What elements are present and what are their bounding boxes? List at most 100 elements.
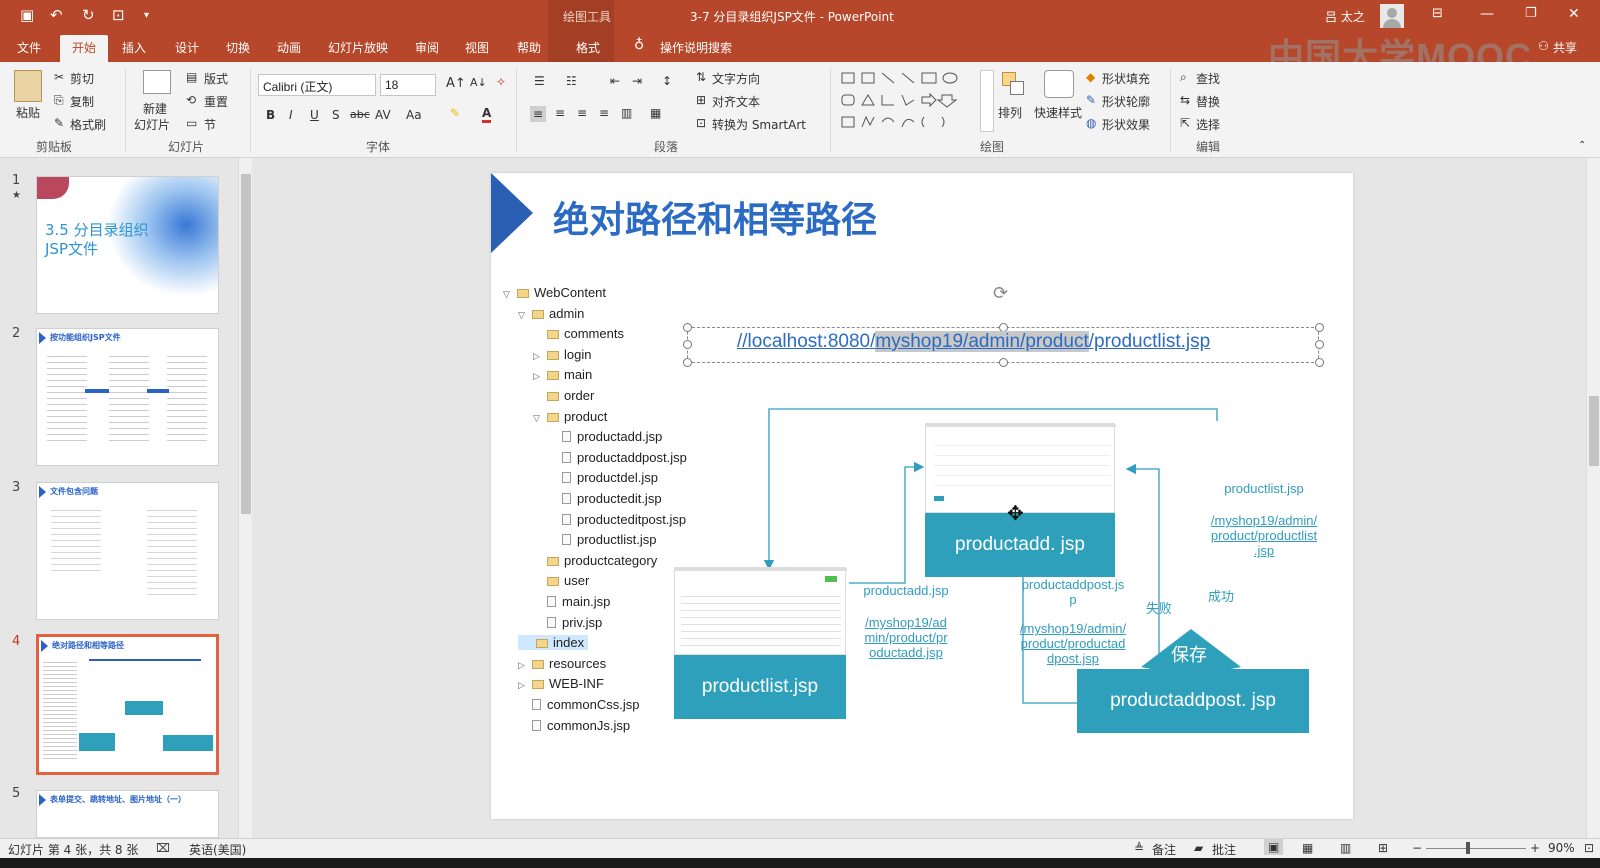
new-slide-button-line2[interactable]: 幻灯片 <box>134 116 170 133</box>
tell-me-search[interactable]: 操作说明搜索 <box>660 39 732 56</box>
cut-icon[interactable]: ✂ <box>54 70 64 84</box>
highlight-icon[interactable]: ✎ <box>450 106 460 120</box>
tab-design[interactable]: 设计 <box>175 39 199 56</box>
underline-icon[interactable]: U <box>310 108 319 122</box>
reading-view-icon[interactable]: ▥ <box>1340 841 1351 855</box>
shape-outline-button[interactable]: 形状轮廓 <box>1102 93 1150 110</box>
reset-icon[interactable]: ⟲ <box>186 93 196 107</box>
editor-scroll-thumb[interactable] <box>1589 396 1599 466</box>
share-icon[interactable]: ⚇ <box>1538 39 1549 53</box>
paste-icon[interactable] <box>14 70 42 102</box>
convert-smartart-button[interactable]: 转换为 SmartArt <box>712 116 806 133</box>
normal-view-icon[interactable]: ▣ <box>1264 839 1284 855</box>
align-text-icon[interactable]: ⊞ <box>696 93 706 107</box>
select-button[interactable]: 选择 <box>1196 116 1220 133</box>
select-icon[interactable]: ⇱ <box>1180 116 1190 130</box>
distributed-icon[interactable]: ▥ <box>621 106 632 120</box>
shape-effects-button[interactable]: 形状效果 <box>1102 116 1150 133</box>
layout-icon[interactable]: ▤ <box>186 70 197 84</box>
minimize-icon[interactable]: — <box>1480 6 1494 22</box>
save-diamond-label[interactable]: 保存 <box>1171 641 1207 667</box>
comments-button[interactable]: 批注 <box>1212 841 1236 858</box>
save-icon[interactable]: ▣ <box>20 6 34 24</box>
redo-icon[interactable]: ↻ <box>82 6 95 24</box>
find-icon[interactable]: ⌕ <box>1180 70 1187 85</box>
paste-button[interactable]: 粘贴 <box>16 104 40 121</box>
font-name-select[interactable]: Calibri (正文) <box>258 74 376 96</box>
shapes-gallery[interactable] <box>840 70 978 132</box>
bold-icon[interactable]: B <box>266 108 275 122</box>
tab-view[interactable]: 视图 <box>465 39 489 56</box>
tab-transitions[interactable]: 切换 <box>226 39 250 56</box>
quick-styles-button[interactable]: 快速样式 <box>1034 104 1082 121</box>
spell-check-icon[interactable]: ⌧ <box>156 841 170 855</box>
tab-insert[interactable]: 插入 <box>122 39 146 56</box>
tab-help[interactable]: 帮助 <box>517 39 541 56</box>
slide-thumbnail-3[interactable]: 文件包含问题 <box>36 482 219 620</box>
collapse-ribbon-icon[interactable]: ⌃ <box>1578 140 1586 151</box>
presenter-icon[interactable]: ⊡ <box>112 6 125 24</box>
arrange-button[interactable]: 排列 <box>998 104 1022 121</box>
fit-slide-icon[interactable]: ⊡ <box>1584 841 1594 855</box>
shape-fill-button[interactable]: 形状填充 <box>1102 70 1150 87</box>
restore-icon[interactable]: ❐ <box>1525 6 1537 21</box>
bullets-icon[interactable]: ☰ <box>534 74 545 88</box>
align-left-icon[interactable]: ≡ <box>530 106 547 122</box>
notes-button[interactable]: 备注 <box>1152 841 1176 858</box>
format-painter-button[interactable]: 格式刷 <box>70 116 106 133</box>
productaddpost-box[interactable]: productaddpost. jsp <box>1077 669 1309 733</box>
notes-icon[interactable]: ≜ <box>1134 841 1144 855</box>
numbering-icon[interactable]: ☷ <box>566 74 577 88</box>
slide-thumbnail-5[interactable]: 表单提交、跳转地址、图片地址（一） <box>36 790 219 838</box>
font-color-icon[interactable]: A <box>482 106 492 123</box>
text-direction-button[interactable]: 文字方向 <box>712 70 760 87</box>
italic-icon[interactable]: I <box>289 108 293 122</box>
align-right-icon[interactable]: ≡ <box>577 106 587 120</box>
zoom-out-icon[interactable]: − <box>1412 841 1422 855</box>
language-indicator[interactable]: 英语(美国) <box>189 841 246 858</box>
copy-icon[interactable]: ⎘ <box>54 93 64 108</box>
reset-button[interactable]: 重置 <box>204 93 228 110</box>
tab-review[interactable]: 审阅 <box>415 39 439 56</box>
layout-button[interactable]: 版式 <box>204 70 228 87</box>
cut-button[interactable]: 剪切 <box>70 70 94 87</box>
align-center-icon[interactable]: ≡ <box>555 106 565 120</box>
copy-button[interactable]: 复制 <box>70 93 94 110</box>
tab-animations[interactable]: 动画 <box>277 39 301 56</box>
find-button[interactable]: 查找 <box>1196 70 1220 87</box>
shape-effects-icon[interactable]: ◍ <box>1086 116 1096 130</box>
undo-icon[interactable]: ↶ <box>50 6 63 24</box>
columns-icon[interactable]: ▦ <box>650 106 661 120</box>
decrease-font-icon[interactable]: A↓ <box>470 76 487 89</box>
new-slide-button[interactable]: 新建 <box>143 100 167 117</box>
char-spacing-icon[interactable]: AV <box>375 108 391 122</box>
shapes-gallery-scroll[interactable] <box>980 70 994 132</box>
slide-thumbnail-2[interactable]: 按功能组织JSP文件 <box>36 328 219 466</box>
tab-home[interactable]: 开始 <box>60 35 109 62</box>
zoom-level[interactable]: 90% <box>1548 841 1575 855</box>
thumbnail-scrollbar[interactable] <box>238 158 252 838</box>
ribbon-display-icon[interactable]: ⊟ <box>1432 6 1443 21</box>
customize-quick-access-icon[interactable]: ▾ <box>144 10 149 21</box>
decrease-indent-icon[interactable]: ⇤ <box>610 74 620 88</box>
tab-file[interactable]: 文件 <box>17 39 41 56</box>
tab-format[interactable]: 格式 <box>576 39 600 56</box>
format-painter-icon[interactable]: ✎ <box>54 116 64 130</box>
increase-indent-icon[interactable]: ⇥ <box>632 74 642 88</box>
editor-scrollbar[interactable] <box>1586 158 1600 838</box>
shape-fill-icon[interactable]: ◆ <box>1086 70 1095 84</box>
avatar[interactable] <box>1380 4 1404 28</box>
smartart-icon[interactable]: ⊡ <box>696 116 706 130</box>
shadow-icon[interactable]: S <box>332 108 340 122</box>
section-icon[interactable]: ▭ <box>186 116 197 130</box>
slide-canvas[interactable]: 绝对路径和相等路径 ▽ WebContent ▽ admin comments ▷ logi… <box>491 173 1353 819</box>
zoom-in-icon[interactable]: + <box>1530 841 1540 855</box>
zoom-slider[interactable] <box>1426 848 1526 849</box>
slide-sorter-icon[interactable]: ▦ <box>1302 841 1313 855</box>
slide-thumbnail-1[interactable]: 3.5 分目录组织 JSP文件 <box>36 176 219 314</box>
slide-thumbnail-4[interactable]: 绝对路径和相等路径 <box>36 634 219 775</box>
slideshow-icon[interactable]: ⊞ <box>1378 841 1388 855</box>
shape-outline-icon[interactable]: ✎ <box>1086 93 1096 107</box>
quick-styles-icon[interactable] <box>1044 70 1074 98</box>
tab-slideshow[interactable]: 幻灯片放映 <box>328 39 388 56</box>
